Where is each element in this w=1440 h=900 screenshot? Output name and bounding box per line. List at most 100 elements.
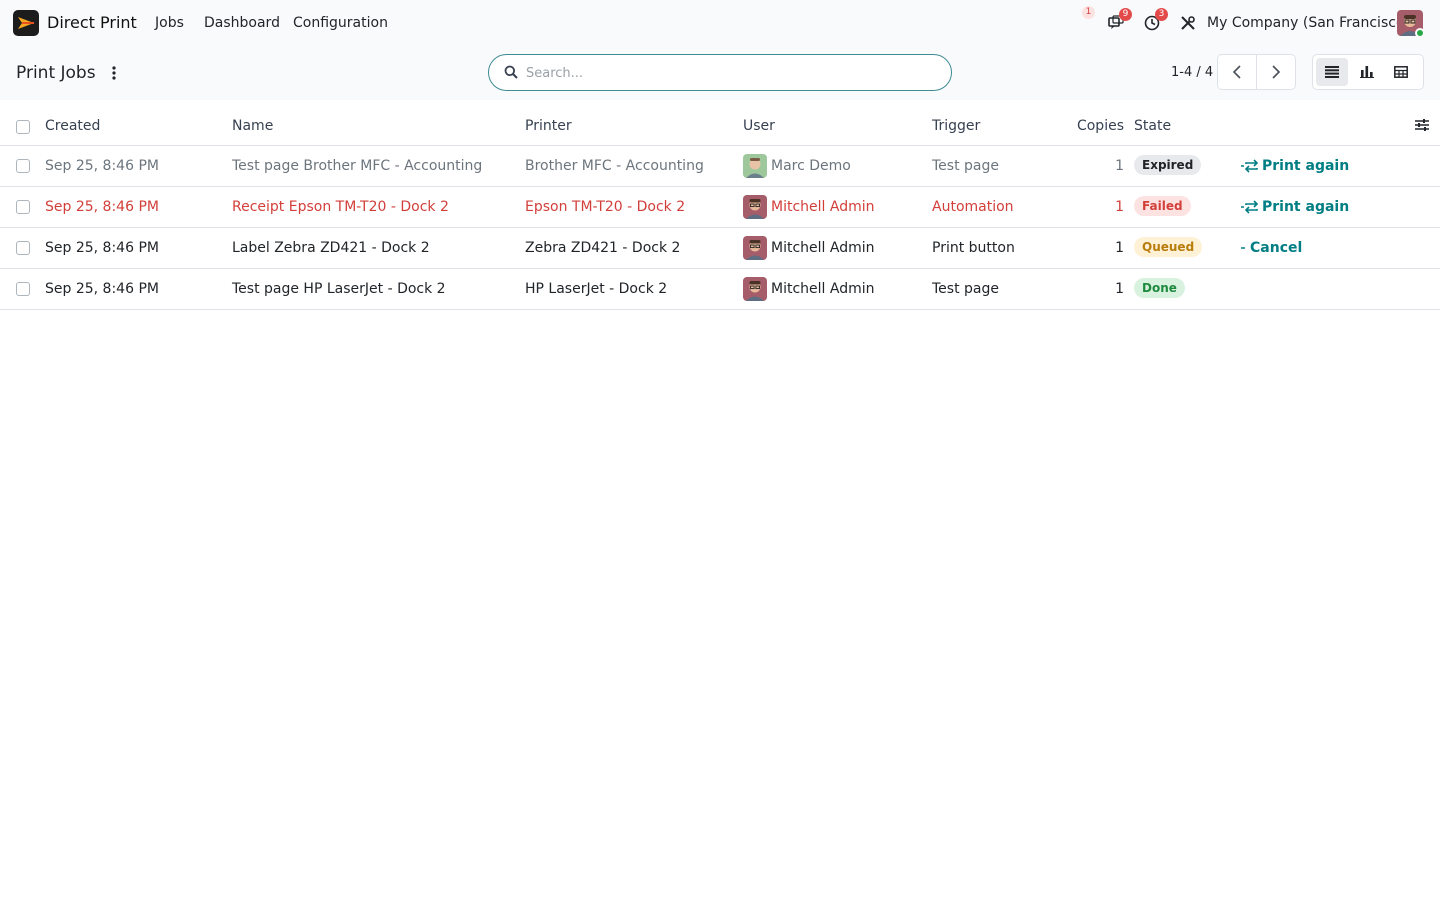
table-header: Created Name Printer User Trigger Copies…: [0, 106, 1440, 146]
created-cell: Sep 25, 8:46 PM: [45, 240, 159, 256]
pivot-view-button[interactable]: [1385, 58, 1417, 86]
state-cell: Expired: [1134, 155, 1202, 175]
name-cell: Label Zebra ZD421 - Dock 2: [232, 240, 430, 256]
print-again-label: Print again: [1262, 199, 1350, 215]
list-view-button[interactable]: [1316, 58, 1348, 86]
pivot-table-icon: [1394, 66, 1409, 78]
user-menu-avatar[interactable]: [1397, 10, 1425, 38]
minus-icon: [1241, 247, 1245, 249]
page-title[interactable]: Print Jobs: [16, 63, 96, 83]
state-cell: Done: [1134, 278, 1185, 298]
name-cell: Test page HP LaserJet - Dock 2: [232, 281, 446, 297]
activities-systray[interactable]: 3: [1140, 8, 1168, 35]
app-name[interactable]: Direct Print: [47, 13, 137, 32]
cancel-button[interactable]: Cancel: [1240, 240, 1302, 256]
list-view-icon: [1324, 66, 1339, 78]
actions-menu-button[interactable]: [106, 63, 122, 83]
state-cell: Failed: [1134, 196, 1191, 216]
column-header-name[interactable]: Name: [232, 118, 273, 134]
print-again-button[interactable]: Print again: [1240, 199, 1349, 215]
copies-cell: 1: [1115, 158, 1124, 174]
column-header-user[interactable]: User: [743, 118, 775, 134]
status-badge: Failed: [1134, 196, 1191, 216]
graph-view-button[interactable]: [1351, 58, 1383, 86]
row-checkbox[interactable]: [16, 241, 30, 255]
trigger-cell: Test page: [932, 158, 999, 174]
column-header-state[interactable]: State: [1134, 118, 1171, 134]
column-header-printer[interactable]: Printer: [525, 118, 572, 134]
printer-cell: Brother MFC - Accounting: [525, 158, 704, 174]
created-cell: Sep 25, 8:46 PM: [45, 281, 159, 297]
trigger-cell: Test page: [932, 281, 999, 297]
pager-value[interactable]: 1-4 / 4: [1171, 65, 1213, 80]
activities-badge: 3: [1155, 8, 1168, 21]
printer-cell: HP LaserJet - Dock 2: [525, 281, 668, 297]
pager-previous-button[interactable]: [1218, 55, 1256, 89]
app-logo-icon[interactable]: [13, 10, 39, 36]
view-switcher: [1312, 54, 1424, 90]
company-switcher[interactable]: My Company (San Francisco): [1207, 15, 1410, 31]
column-header-copies[interactable]: Copies: [1077, 118, 1124, 134]
row-checkbox[interactable]: [16, 282, 30, 296]
status-badge: Expired: [1134, 155, 1202, 175]
search-input[interactable]: [526, 63, 936, 83]
user-avatar: [743, 195, 767, 219]
select-all-checkbox[interactable]: [16, 120, 30, 134]
table-row[interactable]: Sep 25, 8:46 PM Label Zebra ZD421 - Dock…: [0, 228, 1440, 269]
printer-cell: Epson TM-T20 - Dock 2: [525, 199, 686, 215]
user-cell: Marc Demo: [771, 158, 851, 174]
column-header-trigger[interactable]: Trigger: [932, 118, 980, 134]
refresh-icon: [1241, 159, 1259, 173]
copies-cell: 1: [1115, 281, 1124, 297]
user-avatar: [743, 154, 767, 178]
pager-buttons: [1217, 54, 1296, 90]
created-cell: Sep 25, 8:46 PM: [45, 199, 159, 215]
notification-systray[interactable]: 1: [1078, 6, 1102, 35]
menu-item-configuration[interactable]: Configuration: [293, 15, 388, 31]
table-row[interactable]: Sep 25, 8:46 PM Receipt Epson TM-T20 - D…: [0, 187, 1440, 228]
row-checkbox[interactable]: [16, 159, 30, 173]
debug-tools-button[interactable]: [1176, 11, 1200, 35]
print-again-button[interactable]: Print again: [1240, 158, 1349, 174]
status-badge: Done: [1134, 278, 1185, 298]
user-cell: Mitchell Admin: [771, 199, 875, 215]
state-cell: Queued: [1134, 237, 1203, 257]
name-cell: Receipt Epson TM-T20 - Dock 2: [232, 199, 449, 215]
sliders-icon: [1415, 119, 1429, 131]
table-row[interactable]: Sep 25, 8:46 PM Test page Brother MFC - …: [0, 146, 1440, 187]
messages-badge: 9: [1119, 8, 1132, 21]
chevron-right-icon: [1272, 65, 1281, 79]
kebab-icon: [112, 66, 116, 80]
search-bar[interactable]: [488, 54, 952, 91]
copies-cell: 1: [1115, 240, 1124, 256]
top-navbar: Direct Print Jobs Dashboard Configuratio…: [0, 0, 1440, 46]
menu-item-jobs[interactable]: Jobs: [155, 15, 184, 31]
column-header-created[interactable]: Created: [45, 118, 100, 134]
row-checkbox[interactable]: [16, 200, 30, 214]
pager-next-button[interactable]: [1256, 55, 1295, 89]
status-badge: Queued: [1134, 237, 1203, 257]
messages-systray[interactable]: 9: [1104, 8, 1132, 35]
user-avatar: [743, 277, 767, 301]
notification-badge: 1: [1082, 6, 1095, 19]
control-panel: Print Jobs 1-4 / 4: [0, 46, 1440, 100]
copies-cell: 1: [1115, 199, 1124, 215]
print-jobs-table: Created Name Printer User Trigger Copies…: [0, 106, 1440, 310]
print-again-label: Print again: [1262, 158, 1350, 174]
printer-cell: Zebra ZD421 - Dock 2: [525, 240, 681, 256]
user-cell: Mitchell Admin: [771, 281, 875, 297]
table-row[interactable]: Sep 25, 8:46 PM Test page HP LaserJet - …: [0, 269, 1440, 310]
menu-item-dashboard[interactable]: Dashboard: [204, 15, 280, 31]
name-cell: Test page Brother MFC - Accounting: [232, 158, 483, 174]
cancel-label: Cancel: [1250, 240, 1303, 256]
chevron-left-icon: [1232, 65, 1241, 79]
tools-icon: [1181, 16, 1195, 30]
created-cell: Sep 25, 8:46 PM: [45, 158, 159, 174]
optional-columns-toggle[interactable]: [1415, 118, 1429, 136]
refresh-icon: [1241, 200, 1259, 214]
bar-chart-icon: [1359, 66, 1374, 78]
search-icon: [504, 65, 518, 79]
trigger-cell: Automation: [932, 199, 1014, 215]
trigger-cell: Print button: [932, 240, 1015, 256]
user-avatar: [743, 236, 767, 260]
